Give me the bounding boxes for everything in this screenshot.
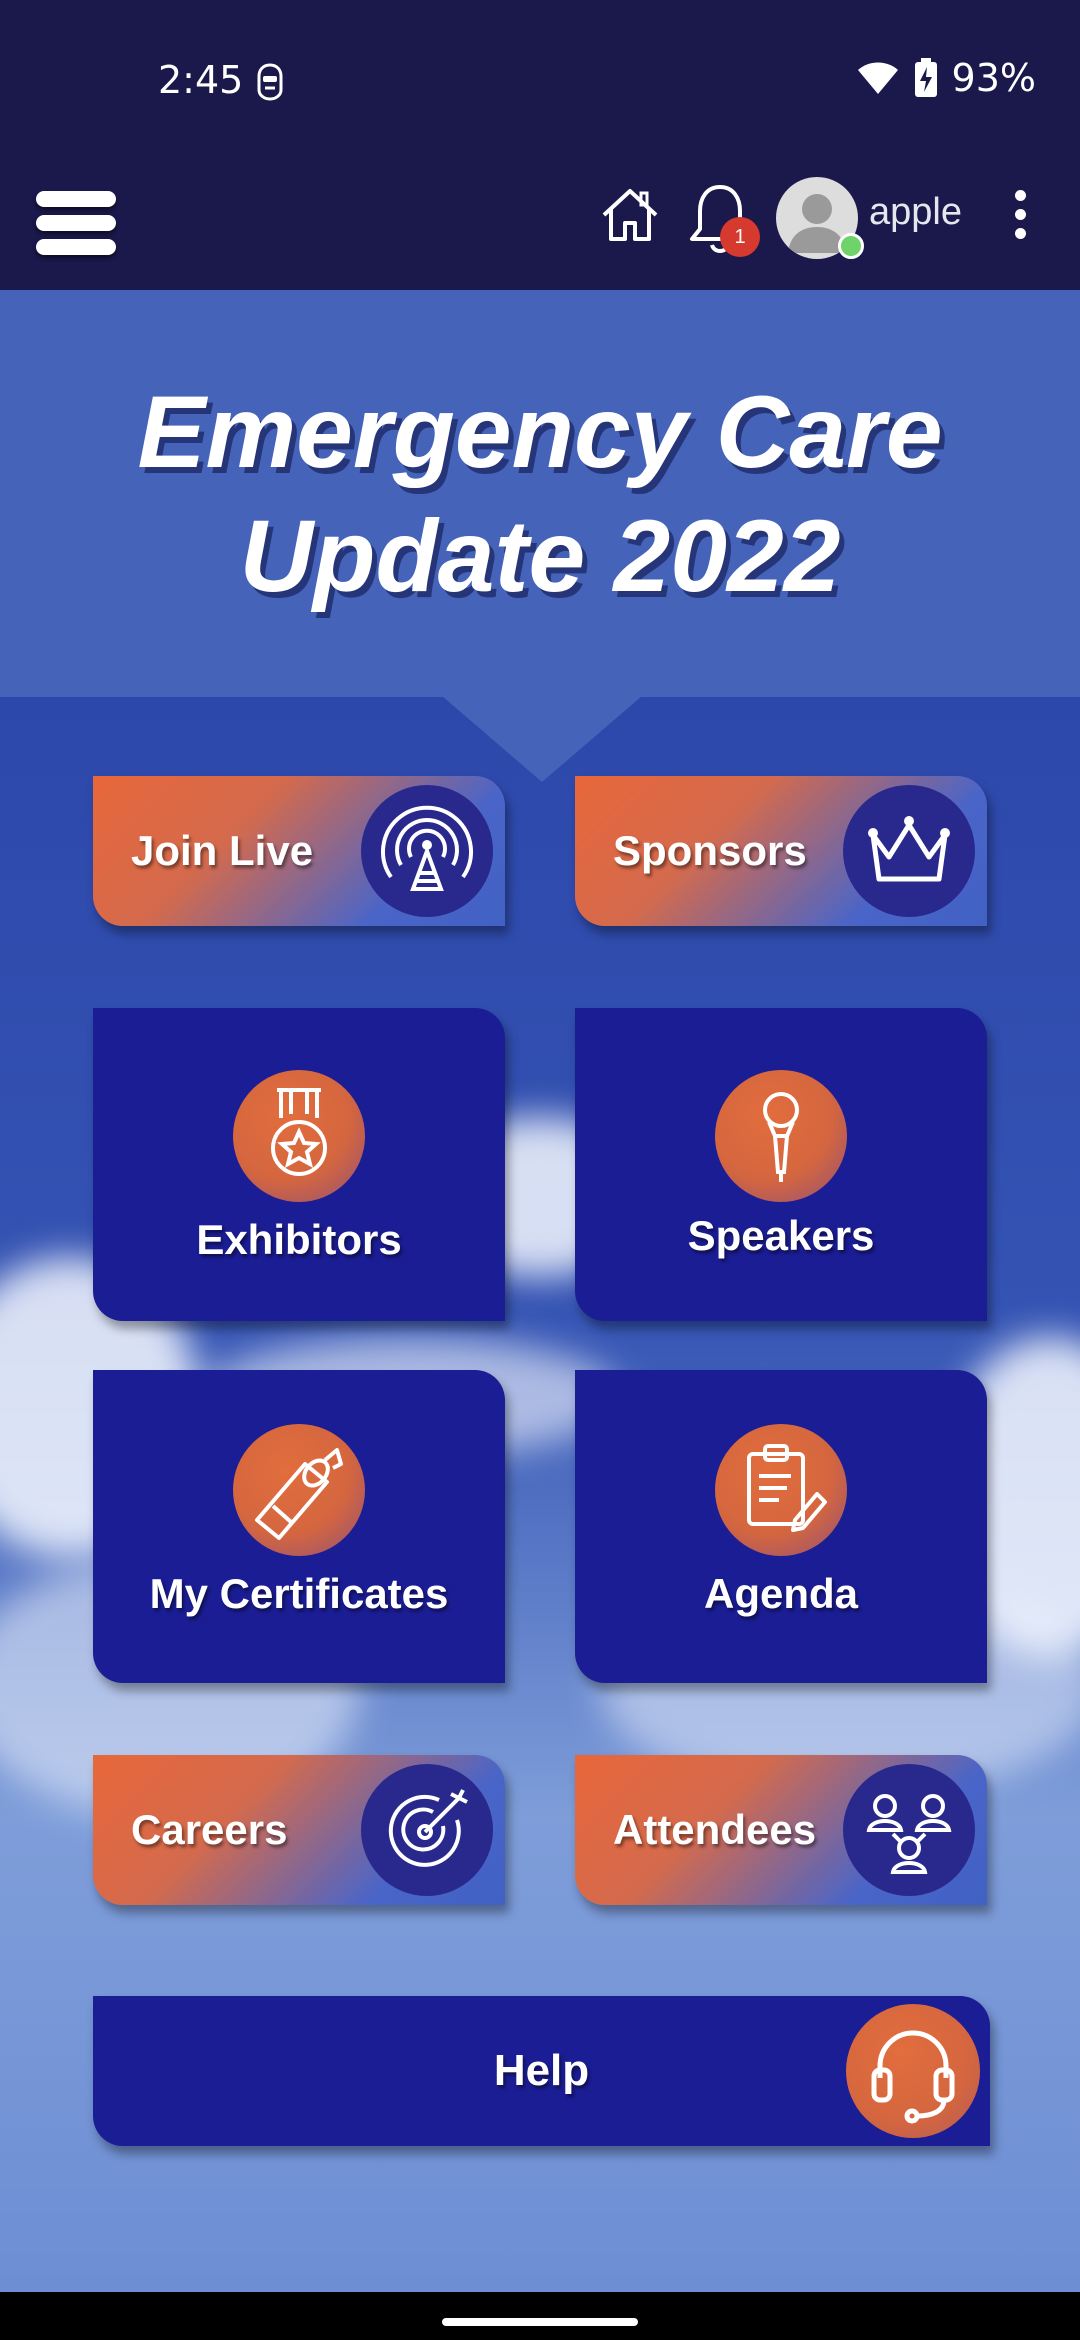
clipboard-icon	[715, 1424, 847, 1556]
page-title: Emergency Care Update 2022	[0, 370, 1080, 618]
my-certificates-label: My Certificates	[149, 1570, 449, 1617]
wifi-icon	[857, 62, 898, 94]
speakers-button[interactable]: Speakers	[575, 1008, 987, 1321]
sponsors-button[interactable]: Sponsors	[575, 776, 987, 926]
headset-icon	[846, 2004, 980, 2138]
join-live-button[interactable]: Join Live	[93, 776, 505, 926]
people-icon	[843, 1764, 975, 1896]
battery-charging-icon	[914, 58, 937, 97]
exhibitors-label: Exhibitors	[196, 1216, 402, 1263]
attendees-button[interactable]: Attendees	[575, 1755, 987, 1905]
agenda-button[interactable]: Agenda	[575, 1370, 987, 1683]
title-line-2: Update 2022	[239, 499, 841, 613]
broadcast-tower-icon	[361, 785, 493, 917]
notification-shield-icon	[257, 63, 283, 101]
careers-button[interactable]: Careers	[93, 1755, 505, 1905]
crown-icon	[843, 785, 975, 917]
microphone-icon	[715, 1070, 847, 1202]
sponsors-label: Sponsors	[613, 827, 807, 874]
help-button[interactable]: Help	[93, 1996, 990, 2146]
battery-percent: 93%	[951, 56, 1036, 100]
join-live-label: Join Live	[131, 827, 314, 874]
hamburger-menu-icon[interactable]	[36, 177, 120, 259]
exhibitors-button[interactable]: Exhibitors	[93, 1008, 505, 1321]
username[interactable]: apple	[869, 191, 962, 234]
speakers-label: Speakers	[687, 1212, 875, 1259]
attendees-label: Attendees	[613, 1806, 817, 1853]
target-icon	[361, 1764, 493, 1896]
online-status-dot	[838, 233, 864, 259]
status-bar: 2:45 93%	[0, 0, 1080, 165]
status-time: 2:45	[158, 58, 244, 102]
app-header: 1 apple	[0, 165, 1080, 290]
careers-label: Careers	[131, 1806, 288, 1853]
home-icon[interactable]	[598, 183, 662, 247]
system-nav-bar	[0, 2292, 1080, 2340]
title-line-1: Emergency Care	[137, 375, 943, 489]
medal-icon	[233, 1070, 365, 1202]
more-vert-icon[interactable]	[1004, 185, 1036, 245]
notification-badge: 1	[720, 217, 760, 257]
home-gesture-handle[interactable]	[442, 2318, 638, 2326]
diploma-icon	[233, 1424, 365, 1556]
agenda-label: Agenda	[703, 1570, 858, 1617]
title-band-pointer	[442, 696, 642, 782]
my-certificates-button[interactable]: My Certificates	[93, 1370, 505, 1683]
